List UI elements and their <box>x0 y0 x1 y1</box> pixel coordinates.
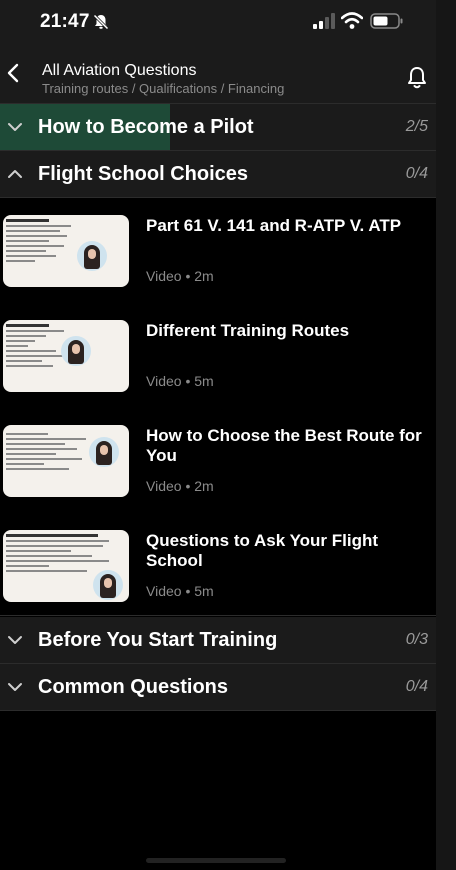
battery-icon <box>370 13 403 29</box>
cellular-signal-icon <box>313 13 335 29</box>
section-common-questions[interactable]: Common Questions 0/4 <box>0 664 436 711</box>
section-progress-count: 0/4 <box>405 678 428 695</box>
app-screen: 21:47 All Aviation Questions Training ro… <box>0 0 436 870</box>
side-panel-edge <box>436 0 456 870</box>
lesson-meta: Video • 5m <box>146 373 214 389</box>
section-title: Before You Start Training <box>38 629 278 651</box>
nav-header: All Aviation Questions Training routes /… <box>0 44 436 104</box>
lesson-title: Part 61 V. 141 and R-ATP V. ATP <box>146 216 402 235</box>
lesson-title: How to Choose the Best Route for You <box>146 426 422 465</box>
section-how-to-become-a-pilot[interactable]: How to Become a Pilot 2/5 <box>0 104 436 151</box>
chevron-down-icon <box>8 636 22 644</box>
lesson-list: Part 61 V. 141 and R-ATP V. ATP Video • … <box>0 198 436 616</box>
bell-icon[interactable] <box>404 65 430 91</box>
lesson-title: Different Training Routes <box>146 321 350 340</box>
lesson-meta: Video • 5m <box>146 583 214 599</box>
lesson-item[interactable]: Different Training Routes Video • 5m <box>0 309 436 414</box>
lesson-meta: Video • 2m <box>146 268 214 284</box>
lesson-item[interactable]: How to Choose the Best Route for You Vid… <box>0 414 436 519</box>
lesson-thumbnail <box>3 425 129 497</box>
section-progress-count: 0/3 <box>405 631 428 648</box>
course-subtitle: Training routes / Qualifications / Finan… <box>42 81 285 96</box>
wifi-icon <box>341 12 363 29</box>
chevron-down-icon <box>8 123 22 131</box>
status-time: 21:47 <box>40 11 90 32</box>
back-button[interactable] <box>2 58 24 88</box>
lesson-item[interactable]: Questions to Ask Your Flight School Vide… <box>0 519 436 624</box>
section-flight-school-choices[interactable]: Flight School Choices 0/4 <box>0 151 436 198</box>
chevron-up-icon <box>8 170 22 178</box>
home-indicator <box>146 858 286 863</box>
section-title: How to Become a Pilot <box>38 116 254 138</box>
lesson-item[interactable]: Part 61 V. 141 and R-ATP V. ATP Video • … <box>0 204 436 309</box>
lesson-thumbnail <box>3 215 129 287</box>
section-progress-count: 2/5 <box>405 118 428 135</box>
chevron-down-icon <box>8 683 22 691</box>
status-bar: 21:47 <box>0 0 436 44</box>
lesson-thumbnail <box>3 320 129 392</box>
section-title: Flight School Choices <box>38 163 249 185</box>
silent-mode-icon <box>93 14 109 30</box>
section-progress-count: 0/4 <box>405 165 428 182</box>
chevron-left-icon <box>7 63 19 83</box>
section-before-you-start-training[interactable]: Before You Start Training 0/3 <box>0 617 436 664</box>
course-title: All Aviation Questions <box>42 62 197 79</box>
lesson-title: Questions to Ask Your Flight School <box>146 531 379 570</box>
section-title: Common Questions <box>38 676 229 698</box>
lesson-meta: Video • 2m <box>146 478 214 494</box>
lesson-thumbnail <box>3 530 129 602</box>
